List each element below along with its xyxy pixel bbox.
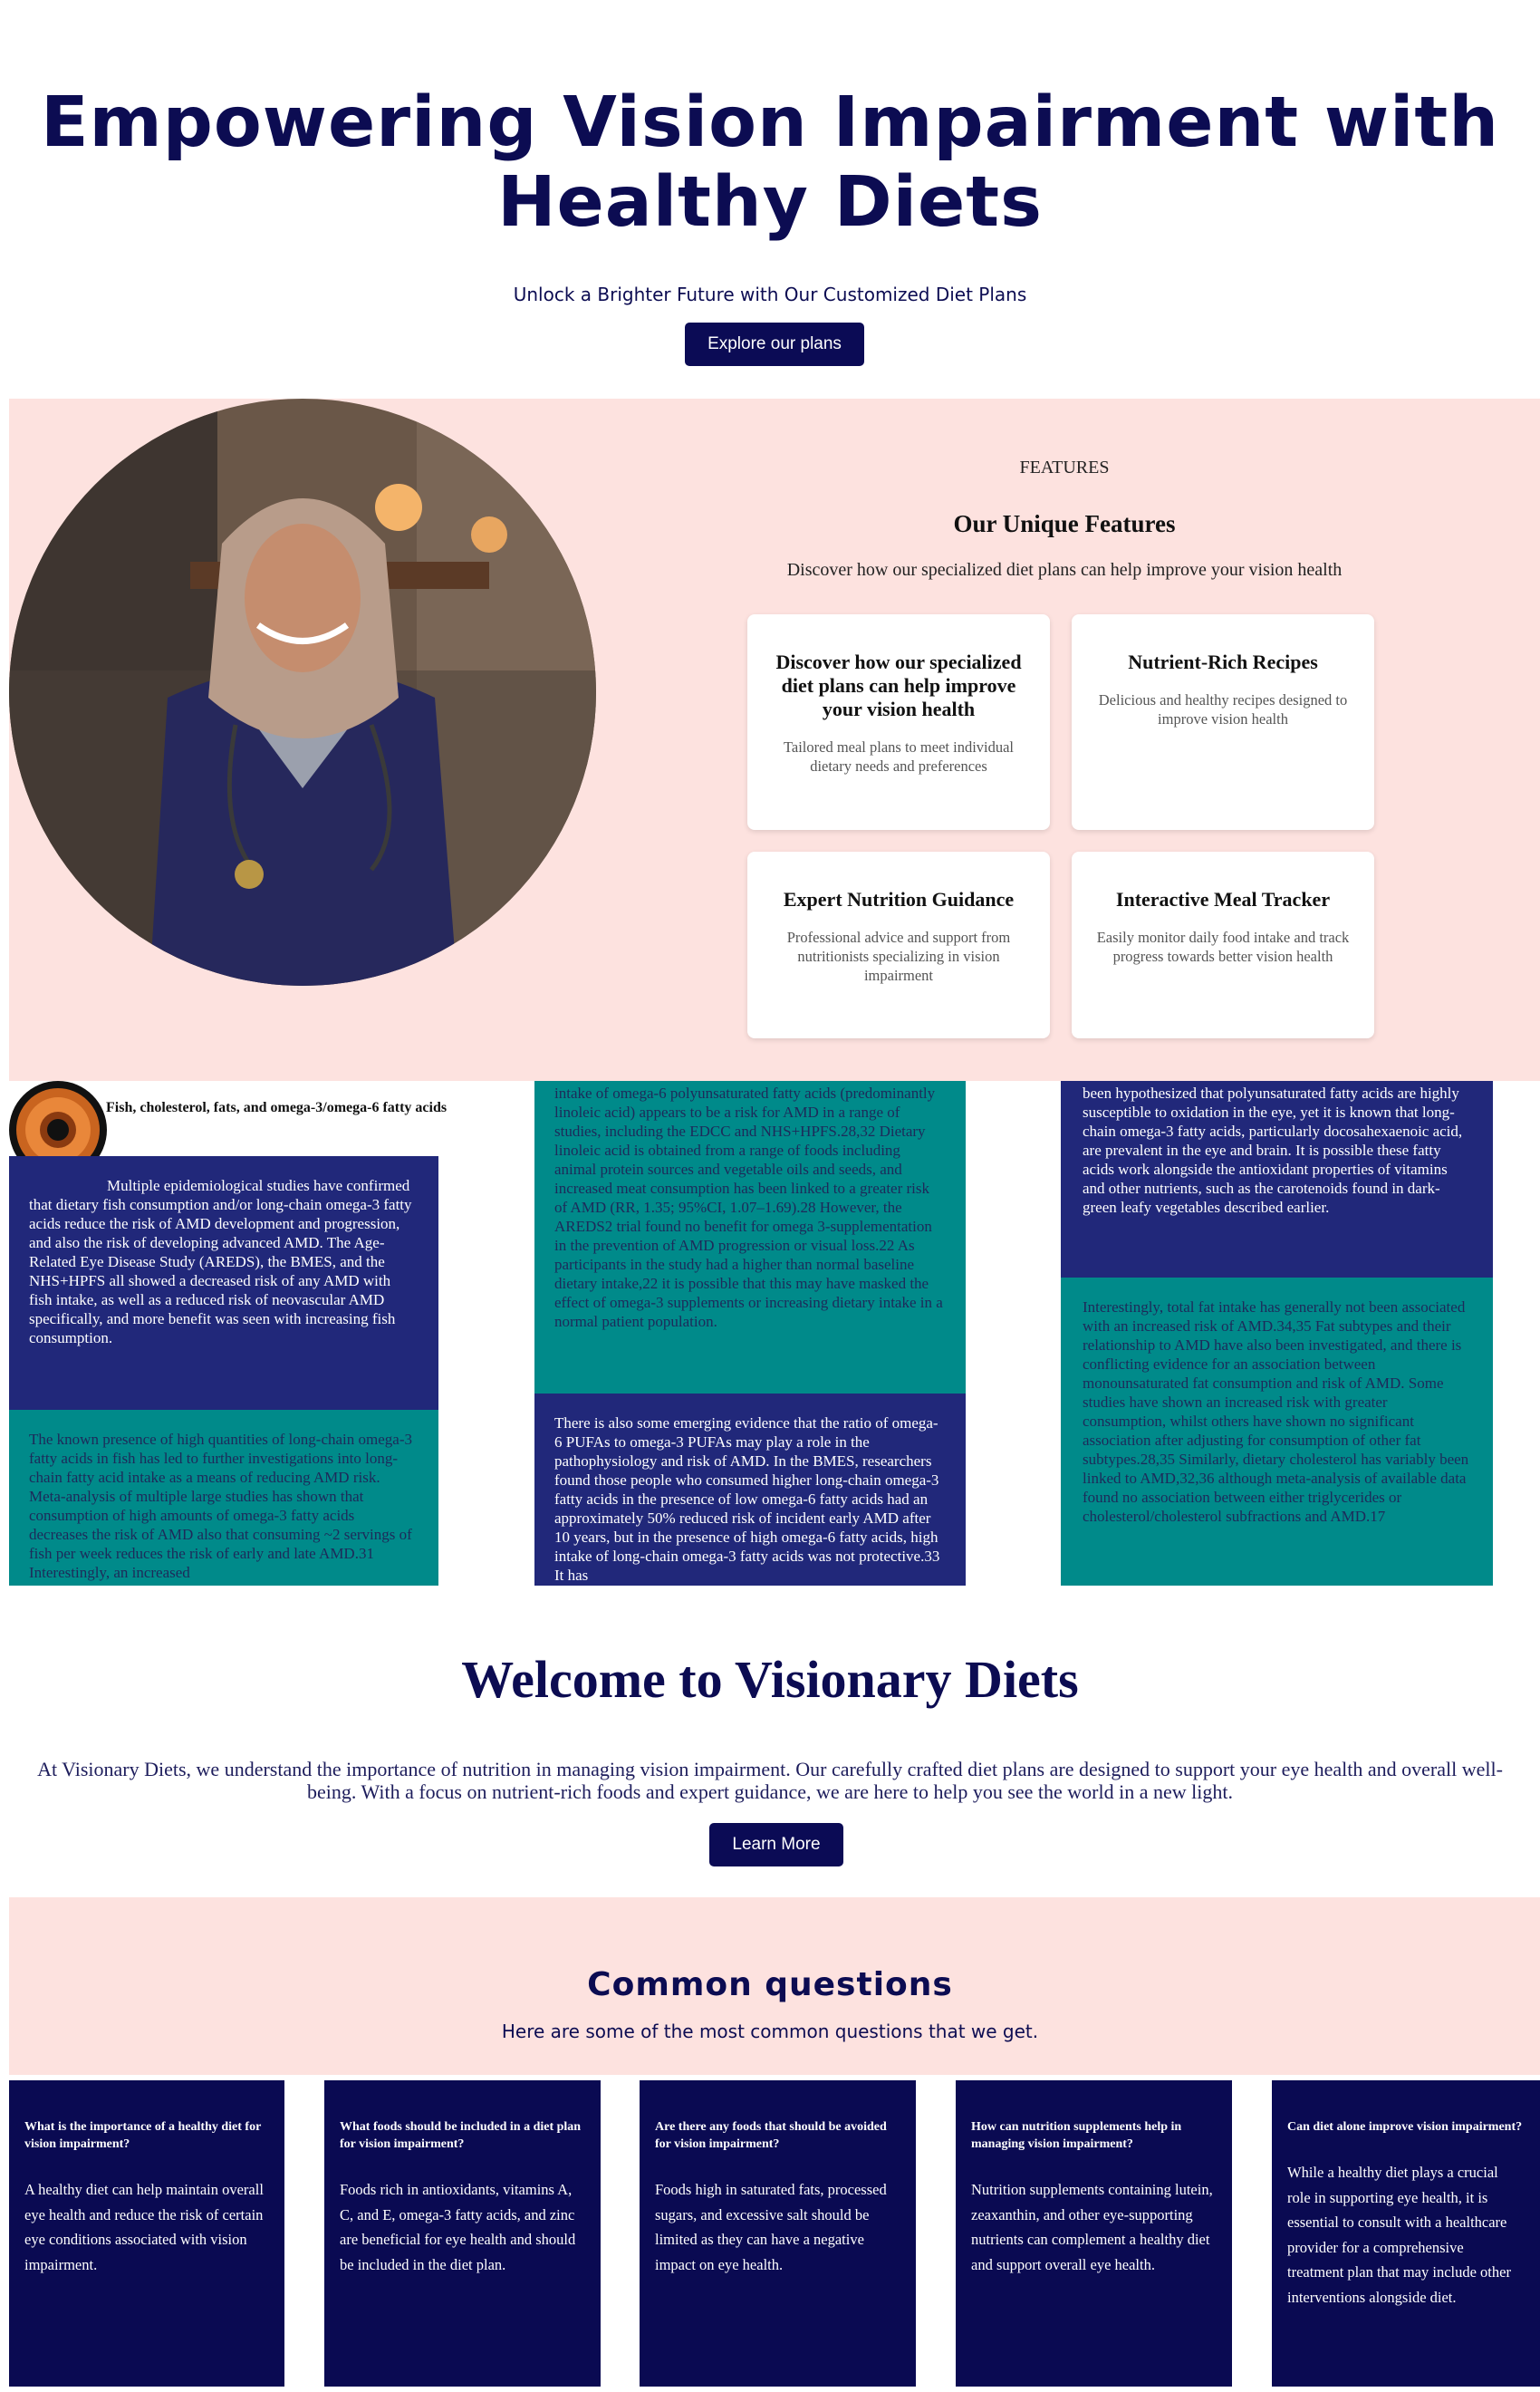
welcome-title: Welcome to Visionary Diets [461,1650,1079,1709]
faq-card: How can nutrition supplements help in ma… [956,2080,1232,2387]
features-description: Discover how our specialized diet plans … [786,560,1343,580]
feature-card-title: Discover how our specialized diet plans … [775,651,1022,720]
feature-card: Discover how our specialized diet plans … [747,614,1050,830]
faq-question: What foods should be included in a diet … [340,2120,582,2151]
faq-question: What is the importance of a healthy diet… [24,2120,262,2151]
feature-card: Interactive Meal Tracker Easily monitor … [1072,852,1374,1038]
faq-answer: Nutrition supplements containing lutein,… [971,2181,1213,2273]
welcome-text: At Visionary Diets, we understand the im… [37,1758,1503,1803]
learn-more-button[interactable]: Learn More [709,1823,843,1866]
faq-title: Common questions [587,1966,953,2003]
article-paragraph: There is also some emerging evidence tha… [534,1394,966,1586]
faq-answer: While a healthy diet plays a crucial rol… [1287,2164,1511,2306]
faq-answer: Foods rich in antioxidants, vitamins A, … [340,2181,576,2273]
faq-card: Can diet alone improve vision impairment… [1272,2080,1540,2387]
feature-card-text: Professional advice and support from nut… [786,929,1011,984]
feature-card-title: Expert Nutrition Guidance [783,888,1015,911]
feature-card: Expert Nutrition Guidance Professional a… [747,852,1050,1038]
features-label: FEATURES [1019,458,1110,477]
article-heading: Fish, cholesterol, fats, and omega-3/ome… [106,1100,448,1115]
explore-plans-button[interactable]: Explore our plans [685,323,864,366]
faq-question: Are there any foods that should be avoid… [655,2120,887,2151]
faq-card: Are there any foods that should be avoid… [640,2080,916,2387]
feature-card-title: Nutrient-Rich Recipes [1128,651,1318,673]
article-paragraph: The known presence of high quantities of… [9,1410,438,1586]
article-paragraph: Multiple epidemiological studies have co… [9,1156,438,1410]
feature-card: Nutrient-Rich Recipes Delicious and heal… [1072,614,1374,830]
faq-question: Can diet alone improve vision impairment… [1287,2120,1523,2134]
faq-subtitle: Here are some of the most common questio… [501,2021,1039,2042]
faq-question: How can nutrition supplements help in ma… [971,2120,1182,2151]
hero-title: Empowering Vision Impairment with Health… [40,82,1500,243]
article-paragraph: been hypothesized that polyunsaturated f… [1061,1081,1493,1278]
article-paragraph: intake of omega-6 polyunsaturated fatty … [534,1081,966,1394]
feature-card-text: Delicious and healthy recipes designed t… [1098,691,1348,728]
feature-card-text: Tailored meal plans to meet individual d… [783,738,1015,775]
faq-answer: Foods high in saturated fats, processed … [655,2181,887,2273]
article-paragraph: Interestingly, total fat intake has gene… [1061,1278,1493,1586]
faq-card: What is the importance of a healthy diet… [9,2080,284,2387]
feature-card-title: Interactive Meal Tracker [1115,888,1331,911]
feature-card-text: Easily monitor daily food intake and tra… [1096,929,1350,965]
hero-subtitle: Unlock a Brighter Future with Our Custom… [513,284,1027,305]
features-title: Our Unique Features [953,510,1176,537]
nurse-illustration [9,399,596,986]
smiling-nurse-photo [9,399,596,986]
faq-card: What foods should be included in a diet … [324,2080,601,2387]
faq-answer: A healthy diet can help maintain overall… [24,2181,264,2273]
